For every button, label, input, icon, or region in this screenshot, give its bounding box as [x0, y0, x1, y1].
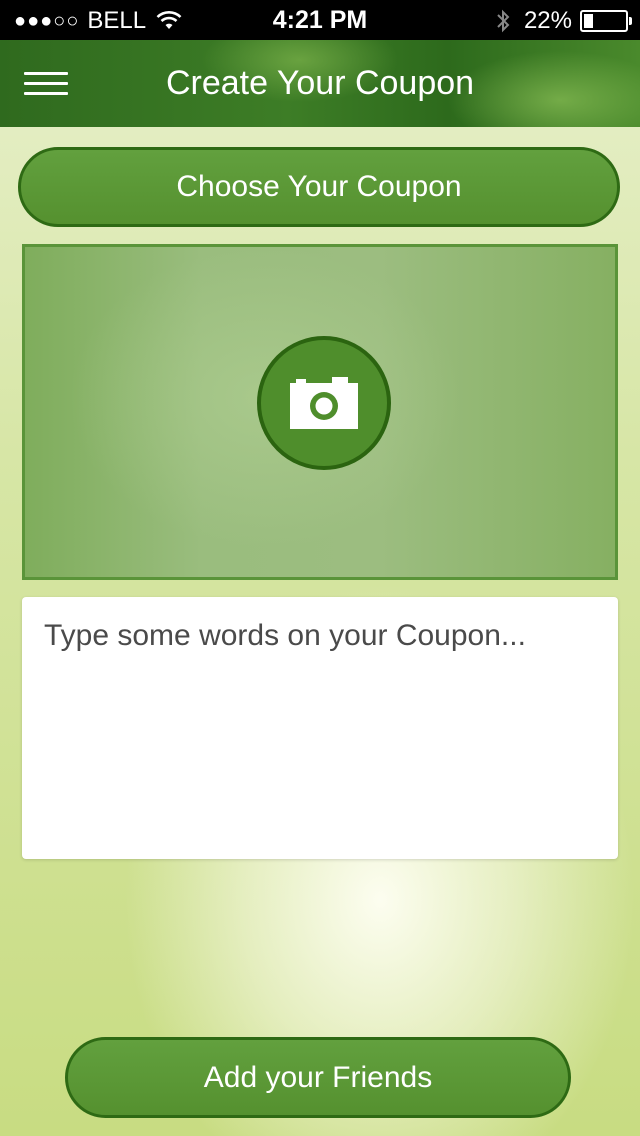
- battery-icon: [580, 10, 632, 32]
- status-right: 22%: [496, 7, 632, 35]
- navigation-bar: Create Your Coupon: [0, 40, 640, 127]
- coupon-text-box[interactable]: [22, 597, 618, 859]
- page-title: Create Your Coupon: [165, 64, 475, 102]
- choose-coupon-button[interactable]: Choose Your Coupon: [18, 147, 620, 227]
- status-bar: ●●●○○ BELL 4:21 PM 22%: [0, 0, 640, 40]
- coupon-photo-area[interactable]: [22, 244, 618, 580]
- bluetooth-icon: [497, 9, 510, 33]
- add-photo-button[interactable]: [257, 336, 391, 470]
- battery-level-fill: [584, 14, 593, 28]
- add-friends-button[interactable]: Add your Friends: [65, 1037, 571, 1118]
- coupon-text-input[interactable]: [44, 619, 596, 837]
- battery-percent: 22%: [523, 7, 572, 34]
- camera-icon: [290, 377, 358, 429]
